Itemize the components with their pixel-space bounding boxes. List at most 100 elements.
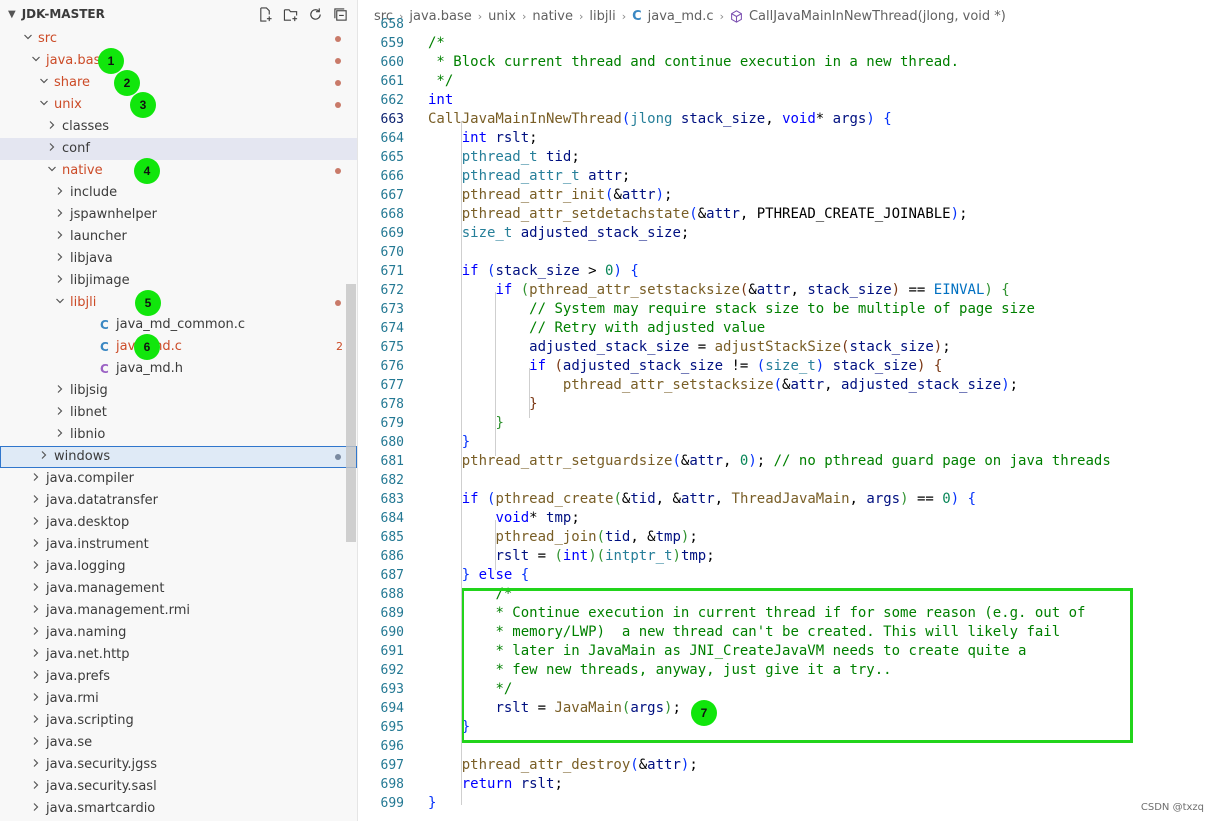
breadcrumb-item[interactable]: java.base xyxy=(409,9,471,24)
code-line[interactable]: * Block current thread and continue exec… xyxy=(428,53,959,72)
tree-item-java-net-http[interactable]: java.net.http xyxy=(0,644,357,666)
tree-item-src[interactable]: src xyxy=(0,28,357,50)
tree-item-java-naming[interactable]: java.naming xyxy=(0,622,357,644)
tree-item-java-md-h[interactable]: Cjava_md.h xyxy=(0,358,357,380)
code-line[interactable]: if (adjusted_stack_size != (size_t) stac… xyxy=(428,357,942,376)
code-line[interactable]: adjusted_stack_size = adjustStackSize(st… xyxy=(428,338,951,357)
tree-item-java-scripting[interactable]: java.scripting xyxy=(0,710,357,732)
tree-item-label: java.security.jgss xyxy=(46,757,157,772)
code-line[interactable]: } xyxy=(428,414,503,433)
tree-item-native[interactable]: native 4 xyxy=(0,158,357,184)
code-line[interactable]: pthread_attr_setdetachstate(&attr, PTHRE… xyxy=(428,205,968,224)
code-line[interactable]: size_t adjusted_stack_size; xyxy=(428,224,690,243)
line-number: 670 xyxy=(380,245,404,260)
tree-item-java-desktop[interactable]: java.desktop xyxy=(0,512,357,534)
code-line[interactable]: // Retry with adjusted value xyxy=(428,319,765,338)
tree-item-java-prefs[interactable]: java.prefs xyxy=(0,666,357,688)
tree-item-include[interactable]: include xyxy=(0,182,357,204)
tree-item-java-instrument[interactable]: java.instrument xyxy=(0,534,357,556)
tree-item-java-logging[interactable]: java.logging xyxy=(0,556,357,578)
chevron-right-icon xyxy=(28,754,44,776)
tree-item-share[interactable]: share 2 xyxy=(0,70,357,96)
tree-item-java-management[interactable]: java.management xyxy=(0,578,357,600)
code-line[interactable]: /* xyxy=(428,34,445,53)
code-line[interactable]: pthread_join(tid, &tmp); xyxy=(428,528,697,547)
code-line[interactable]: } xyxy=(428,395,537,414)
line-number: 660 xyxy=(380,55,404,70)
sidebar-scrollbar[interactable] xyxy=(346,284,356,542)
code-line[interactable]: pthread_attr_setstacksize(&attr, adjuste… xyxy=(428,376,1018,395)
tree-item-jspawnhelper[interactable]: jspawnhelper xyxy=(0,204,357,226)
code-line[interactable]: CallJavaMainInNewThread(jlong stack_size… xyxy=(428,110,892,129)
code-line[interactable]: int xyxy=(428,91,453,110)
code-line[interactable]: } else { xyxy=(428,566,529,585)
tree-item-launcher[interactable]: launcher xyxy=(0,226,357,248)
code-line[interactable]: pthread_attr_setguardsize(&attr, 0); // … xyxy=(428,452,1111,471)
chevron-right-icon xyxy=(36,446,52,468)
tree-item-label: libnio xyxy=(70,427,106,442)
code-line[interactable]: void* tmp; xyxy=(428,509,579,528)
tree-item-libnio[interactable]: libnio xyxy=(0,424,357,446)
file-tree: src java.base 1 share 2 unix 3 classes conf nativ… xyxy=(0,28,357,820)
line-number: 685 xyxy=(380,530,404,545)
line-number: 684 xyxy=(380,511,404,526)
tree-item-java-management-rmi[interactable]: java.management.rmi xyxy=(0,600,357,622)
tree-item-libnet[interactable]: libnet xyxy=(0,402,357,424)
tree-item-java-base[interactable]: java.base 1 xyxy=(0,48,357,74)
code-line[interactable]: rslt = (int)(intptr_t)tmp; xyxy=(428,547,714,566)
code-line[interactable]: return rslt; xyxy=(428,775,563,794)
explorer-title[interactable]: ▼ JDK-MASTER xyxy=(8,7,105,21)
tree-item-classes[interactable]: classes xyxy=(0,116,357,138)
code-line[interactable]: // System may require stack size to be m… xyxy=(428,300,1035,319)
tree-item-label: libnet xyxy=(70,405,107,420)
tree-item-label: java.desktop xyxy=(46,515,130,530)
code-line[interactable]: pthread_attr_init(&attr); xyxy=(428,186,673,205)
tree-item-label: java.rmi xyxy=(46,691,99,706)
breadcrumb-item[interactable]: native xyxy=(532,9,573,24)
code-line[interactable]: int rslt; xyxy=(428,129,538,148)
tree-item-java-security-jgss[interactable]: java.security.jgss xyxy=(0,754,357,776)
code-line[interactable]: pthread_t tid; xyxy=(428,148,580,167)
code-line[interactable]: if (pthread_attr_setstacksize(&attr, sta… xyxy=(428,281,1009,300)
tree-item-label: windows xyxy=(54,449,111,464)
breadcrumb-item[interactable]: CallJavaMainInNewThread(jlong, void *) xyxy=(730,9,1006,24)
tree-item-libjimage[interactable]: libjimage xyxy=(0,270,357,292)
breadcrumb-item[interactable]: unix xyxy=(488,9,516,24)
tree-item-conf[interactable]: conf xyxy=(0,138,357,160)
code-line[interactable]: */ xyxy=(428,72,453,91)
line-number: 666 xyxy=(380,169,404,184)
collapse-all-icon[interactable] xyxy=(332,6,349,23)
line-number: 659 xyxy=(380,36,404,51)
breadcrumb-item[interactable]: Cjava_md.c xyxy=(632,9,713,24)
tree-item-java-md-c[interactable]: Cjava_md.c26 xyxy=(0,334,357,360)
code-line[interactable]: } xyxy=(428,794,436,813)
code-line[interactable]: if (pthread_create(&tid, &attr, ThreadJa… xyxy=(428,490,976,509)
tree-item-java-md-common-c[interactable]: Cjava_md_common.c xyxy=(0,314,357,336)
tree-item-java-se[interactable]: java.se xyxy=(0,732,357,754)
chevron-down-icon xyxy=(28,50,44,72)
new-folder-icon[interactable] xyxy=(282,6,299,23)
code-line[interactable]: } xyxy=(428,433,470,452)
new-file-icon[interactable] xyxy=(257,6,274,23)
tree-item-java-smartcardio[interactable]: java.smartcardio xyxy=(0,798,357,820)
code-line[interactable]: pthread_attr_destroy(&attr); xyxy=(428,756,698,775)
line-number: 680 xyxy=(380,435,404,450)
tree-item-windows[interactable]: windows xyxy=(0,446,357,468)
breadcrumb-item[interactable]: libjli xyxy=(589,9,615,24)
tree-item-java-compiler[interactable]: java.compiler xyxy=(0,468,357,490)
refresh-icon[interactable] xyxy=(307,6,324,23)
tree-item-label: conf xyxy=(62,141,90,156)
modified-dot xyxy=(335,168,341,174)
code-line[interactable]: if (stack_size > 0) { xyxy=(428,262,639,281)
tree-item-libjsig[interactable]: libjsig xyxy=(0,380,357,402)
tree-item-java-rmi[interactable]: java.rmi xyxy=(0,688,357,710)
code-line[interactable]: pthread_attr_t attr; xyxy=(428,167,631,186)
tree-item-java-datatransfer[interactable]: java.datatransfer xyxy=(0,490,357,512)
line-number: 692 xyxy=(380,663,404,678)
tree-item-libjava[interactable]: libjava xyxy=(0,248,357,270)
tree-item-java-security-sasl[interactable]: java.security.sasl xyxy=(0,776,357,798)
line-number: 678 xyxy=(380,397,404,412)
tree-item-unix[interactable]: unix 3 xyxy=(0,92,357,118)
tree-item-libjli[interactable]: libjli 5 xyxy=(0,290,357,316)
chevron-right-icon xyxy=(28,622,44,644)
